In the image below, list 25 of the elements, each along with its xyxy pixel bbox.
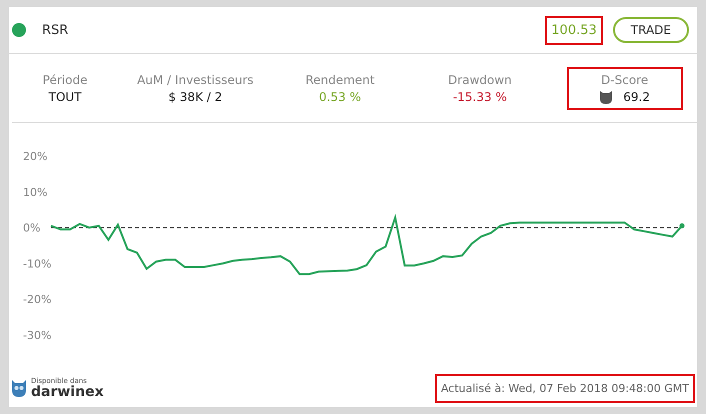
stat-label: Période [42,72,88,86]
axis-tick-label: -20% [23,293,52,306]
stat-label: Drawdown [448,72,512,86]
axis-tick-label: -30% [23,329,52,342]
owl-icon [599,90,614,104]
stat-value: TOUT [48,90,82,104]
trade-button[interactable]: TRADE [612,17,689,43]
price-value: 100.53 [545,16,603,44]
status-dot [12,23,26,37]
account-name: RSR [42,22,70,38]
stat-value: -15.33 % [452,90,507,104]
stat-value: $ 38K / 2 [168,90,222,104]
axis-tick-label: 0% [23,222,40,235]
stat-label: Rendement [305,72,375,86]
stat-label: AuM / Investisseurs [137,72,254,86]
axis-tick-label: 20% [23,150,48,163]
updated-timestamp: Actualisé à: Wed, 07 Feb 2018 09:48:00 GMT [434,374,695,402]
stat-value: 69.2 [623,90,650,104]
stat-label: D-Score [601,72,648,86]
end-point [680,223,684,228]
axis-tick-label: 10% [23,186,48,199]
brand-name: darwinex [31,385,104,399]
stat-value: 0.53 % [319,90,361,104]
owl-icon [11,379,27,397]
axis-tick-label: -10% [23,257,52,270]
